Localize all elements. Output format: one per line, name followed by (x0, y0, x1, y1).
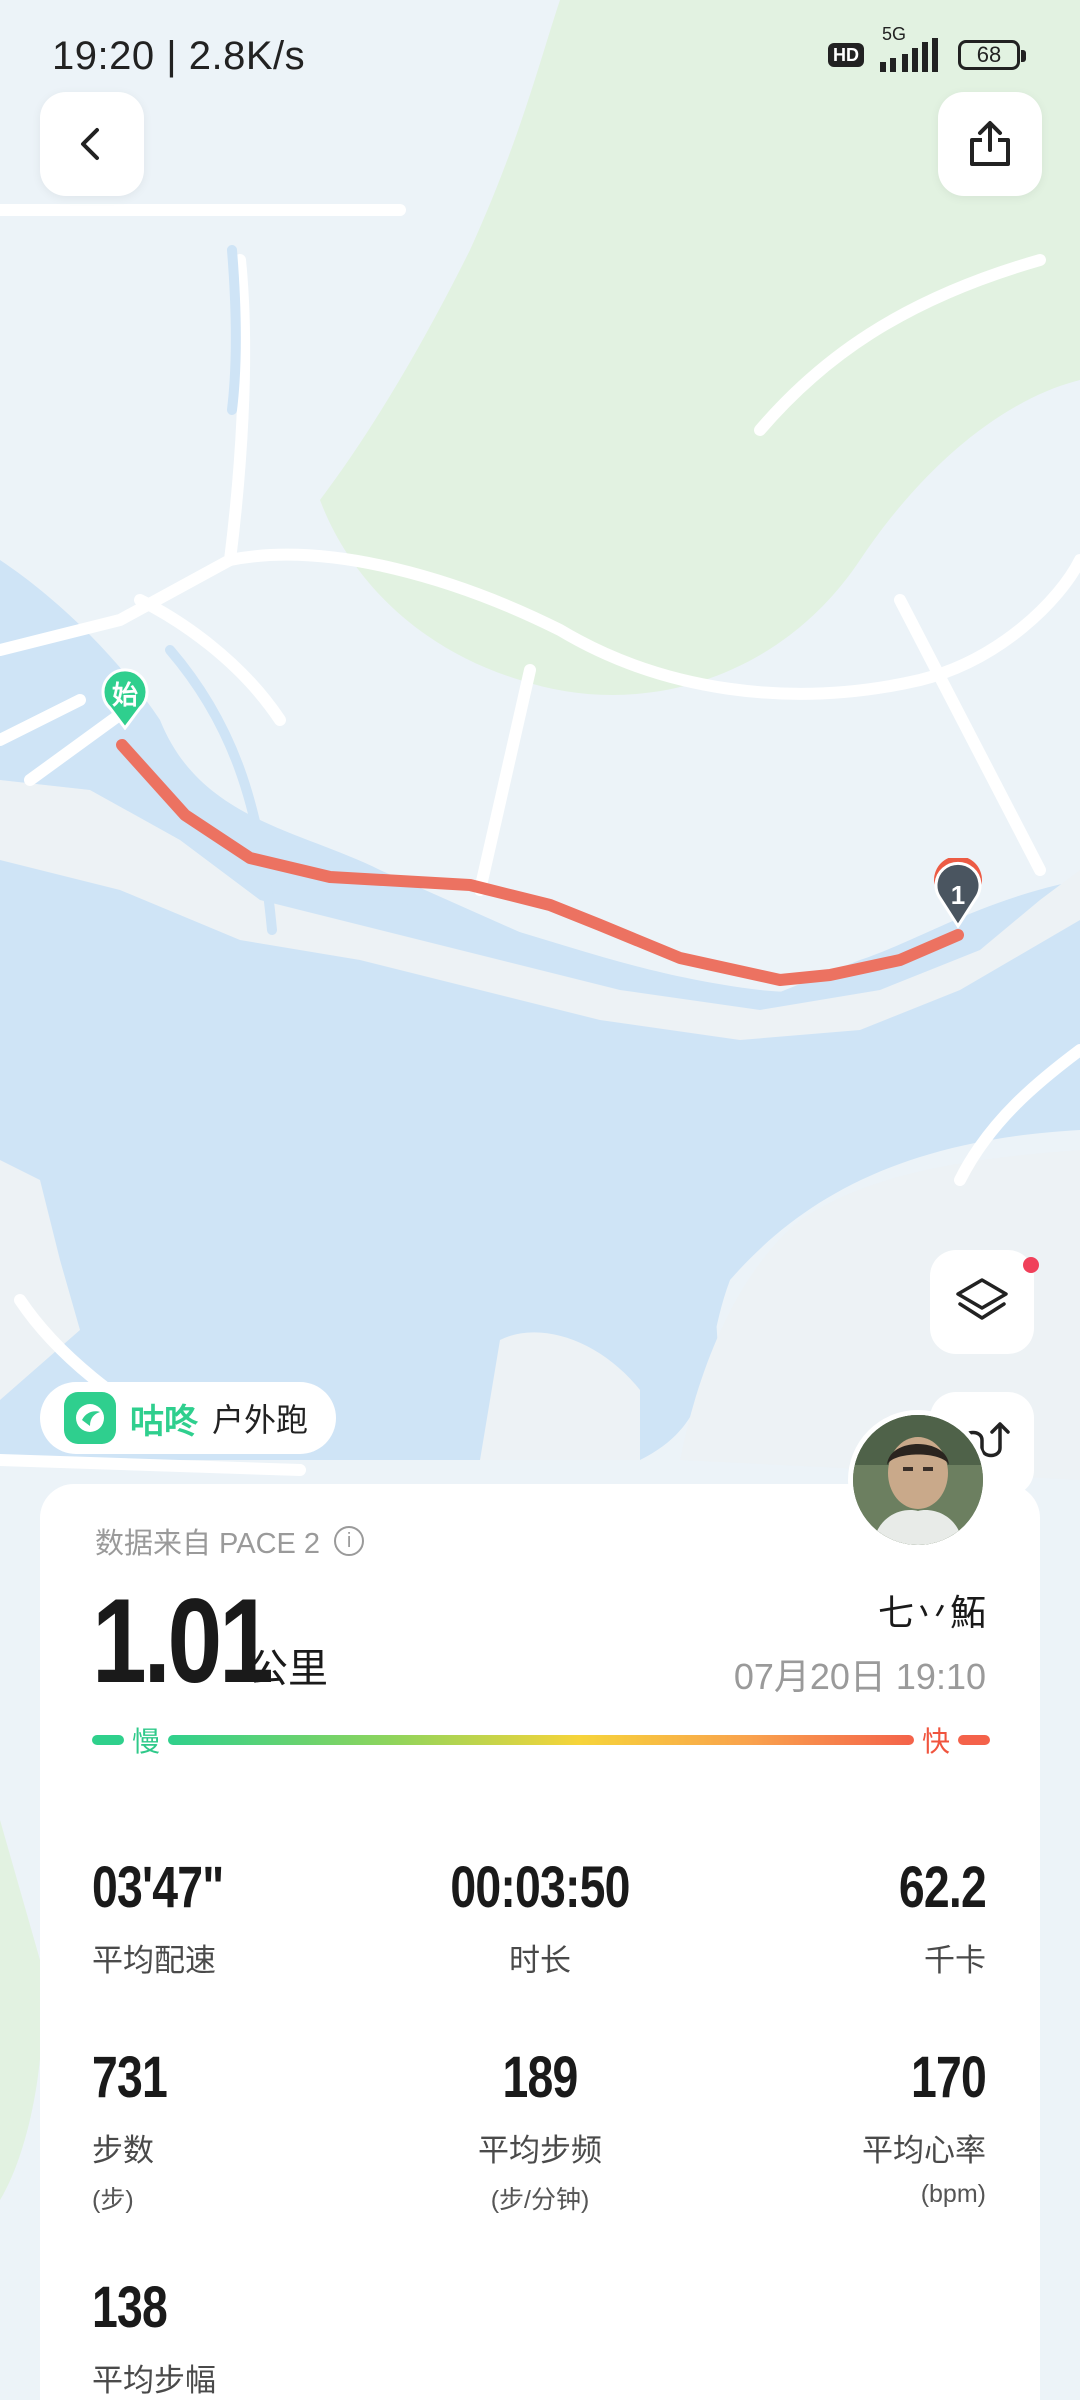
stat-stride: 138 平均步幅 (92, 2274, 392, 2400)
status-time: 19:20 | 2.8K/s (52, 34, 305, 79)
pace-gradient-bar (168, 1735, 914, 1745)
data-source-text: 数据来自 PACE 2 (95, 1528, 321, 1560)
km-marker-label: 1 (950, 880, 966, 910)
stat-label: 平均步幅 (92, 2363, 216, 2398)
summary-card: 数据来自 PACE 2 i 1.01 公里 七丷鮖 07月20日 19:10 慢… (40, 1484, 1040, 2400)
stat-unit: (bpm) (920, 2180, 986, 2208)
layers-notification-dot (1023, 1257, 1039, 1273)
avatar[interactable] (848, 1410, 988, 1550)
stat-label: 平均配速 (92, 1943, 216, 1978)
stat-duration: 00:03:50 时长 (390, 1854, 690, 1980)
status-icons: HD 5G 68 (828, 24, 1026, 72)
km-marker[interactable]: 1 (932, 856, 984, 929)
stat-label: 步数 (92, 2133, 154, 2168)
data-source: 数据来自 PACE 2 i (95, 1520, 365, 1562)
stat-value: 189 (502, 2045, 578, 2110)
stat-value: 62.2 (898, 1855, 987, 1920)
stat-value: 731 (92, 2045, 168, 2110)
slow-label: 慢 (132, 1726, 161, 1757)
stat-value: 03'47" (92, 1855, 224, 1920)
user-name[interactable]: 七丷鮖 (878, 1584, 986, 1636)
fast-label: 快 (921, 1726, 950, 1757)
stat-label: 平均步频 (478, 2133, 602, 2168)
stat-heart-rate: 170 平均心率 (bpm) (686, 2044, 987, 2209)
back-icon (81, 128, 99, 160)
stat-value: 138 (92, 2275, 168, 2340)
clock: 19:20 (52, 34, 155, 78)
activity-type: 户外跑 (212, 1402, 309, 1438)
pace-bar-fast-end (958, 1735, 990, 1745)
run-date: 07月20日 19:10 (733, 1656, 986, 1697)
network-speed: 2.8K/s (188, 34, 306, 78)
stat-calories: 62.2 千卡 (686, 1854, 987, 1980)
pace-bar-slow-end (92, 1735, 124, 1745)
start-marker-label: 始 (111, 680, 138, 710)
app-root: 始 1 19:20 | 2.8K/s HD 5G 68 咕咚 户外跑 数据来自 … (0, 0, 1080, 2400)
app-brand-chip: 咕咚 户外跑 (40, 1382, 337, 1454)
status-separator: | (166, 34, 189, 78)
layers-icon (956, 1278, 1008, 1320)
stat-value: 00:03:50 (450, 1855, 630, 1920)
battery-icon: 68 (958, 40, 1026, 70)
stat-label: 平均心率 (862, 2133, 986, 2168)
stat-label: 千卡 (924, 1943, 986, 1978)
stat-value: 170 (910, 2045, 987, 2110)
share-icon (970, 121, 1010, 166)
distance-value: 1.01 (92, 1574, 274, 1708)
brand-name: 咕咚 (130, 1402, 198, 1441)
stat-avg-pace: 03'47" 平均配速 (92, 1854, 392, 1980)
status-bar: 19:20 | 2.8K/s HD 5G 68 (0, 0, 1080, 110)
stat-unit: (步) (92, 2186, 134, 2214)
distance-unit: 公里 (248, 1647, 328, 1691)
hd-badge: HD (828, 43, 864, 67)
pace-legend: 慢 快 (92, 1720, 990, 1760)
back-button[interactable] (40, 92, 144, 196)
info-icon[interactable]: i (334, 1526, 365, 1556)
map-layers-button[interactable] (930, 1250, 1034, 1354)
share-button[interactable] (938, 92, 1042, 196)
stat-unit: (步/分钟) (490, 2186, 590, 2214)
codoon-logo-icon (64, 1392, 116, 1444)
battery-level: 68 (976, 42, 1002, 67)
stat-steps: 731 步数 (步) (92, 2044, 392, 2216)
start-marker[interactable]: 始 (100, 668, 150, 731)
stat-cadence: 189 平均步频 (步/分钟) (390, 2044, 690, 2216)
signal-icon: 5G (876, 24, 946, 72)
stat-label: 时长 (509, 1943, 571, 1978)
